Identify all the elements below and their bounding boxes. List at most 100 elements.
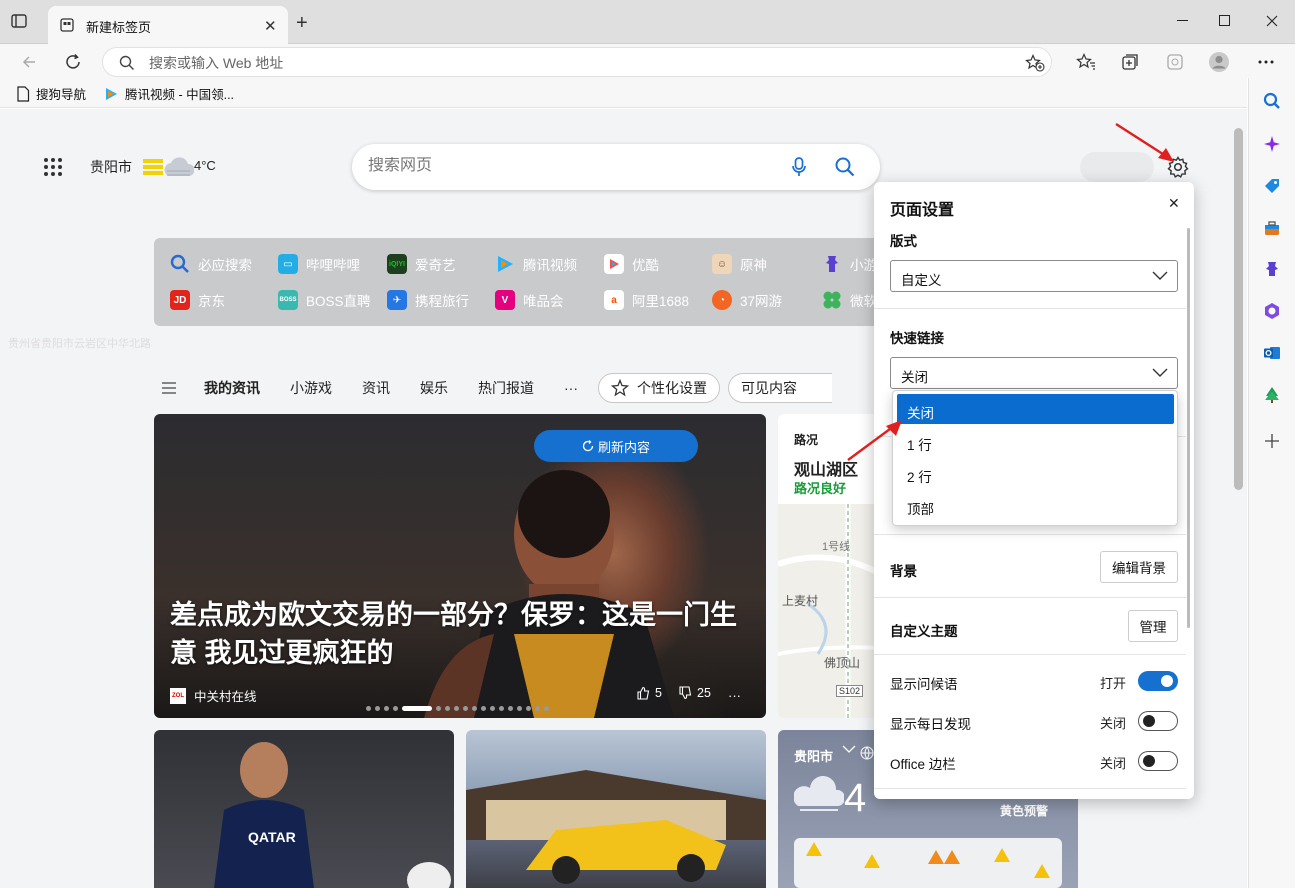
weather-alert[interactable]: 黄色预警 bbox=[1000, 802, 1048, 819]
quick-link-iqiyi[interactable]: iQIYI 爱奇艺 bbox=[387, 254, 456, 274]
quick-link-tencent-video[interactable]: 腾讯视频 bbox=[495, 254, 577, 274]
globe-icon[interactable] bbox=[860, 746, 874, 760]
minimize-button[interactable] bbox=[1168, 8, 1198, 34]
search-submit-icon[interactable] bbox=[835, 157, 855, 177]
carousel-dot[interactable] bbox=[499, 706, 504, 711]
new-tab-button[interactable]: + bbox=[296, 13, 308, 33]
toggle-daily-discovery[interactable] bbox=[1138, 711, 1178, 731]
close-panel-icon[interactable]: ✕ bbox=[1168, 195, 1180, 212]
option-1-row[interactable]: 1 行 bbox=[897, 426, 1174, 456]
add-icon[interactable] bbox=[1261, 430, 1283, 452]
search-icon[interactable] bbox=[1261, 90, 1283, 112]
microsoft365-icon[interactable] bbox=[1261, 300, 1283, 322]
quick-link-microsoft[interactable]: 微软 bbox=[822, 290, 877, 310]
manage-theme-button[interactable]: 管理 bbox=[1128, 610, 1178, 642]
refresh-content-button[interactable]: 刷新内容 bbox=[534, 430, 698, 462]
carousel-dot[interactable] bbox=[526, 706, 531, 711]
carousel-dot[interactable] bbox=[375, 706, 380, 711]
visible-content-button[interactable]: 可见内容 bbox=[728, 373, 832, 403]
address-input[interactable] bbox=[149, 55, 849, 71]
close-window-button[interactable] bbox=[1257, 8, 1287, 34]
carousel-dot-active[interactable] bbox=[402, 706, 432, 711]
apps-launcher-icon[interactable] bbox=[44, 158, 62, 176]
profile-avatar[interactable] bbox=[1208, 51, 1230, 73]
carousel-dot[interactable] bbox=[535, 706, 540, 711]
personalize-button[interactable]: 个性化设置 bbox=[598, 373, 720, 403]
maximize-button[interactable] bbox=[1210, 8, 1240, 34]
toggle-greeting[interactable] bbox=[1138, 671, 1178, 691]
toggle-office-sidebar[interactable] bbox=[1138, 751, 1178, 771]
tab-actions-icon[interactable] bbox=[10, 12, 38, 36]
web-search-box[interactable] bbox=[352, 144, 880, 190]
quick-link-1688[interactable]: a 阿里1688 bbox=[604, 290, 689, 310]
feed-tab-trending[interactable]: 热门报道 bbox=[478, 378, 534, 398]
feed-tab-news[interactable]: 资讯 bbox=[362, 378, 390, 398]
favorite-tencent-video[interactable]: 腾讯视频 - 中国领... bbox=[103, 84, 234, 103]
carousel-dot[interactable] bbox=[508, 706, 513, 711]
feed-tab-my-news[interactable]: 我的资讯 bbox=[204, 378, 260, 398]
sparkle-icon[interactable] bbox=[1261, 133, 1283, 155]
address-bar[interactable] bbox=[102, 47, 1052, 77]
favorite-sogou[interactable]: 搜狗导航 bbox=[16, 84, 86, 103]
news-card-football[interactable]: QATAR bbox=[154, 730, 454, 888]
quicklinks-select[interactable]: 关闭 bbox=[890, 357, 1178, 389]
quick-link-bing[interactable]: 必应搜索 bbox=[170, 254, 252, 274]
hero-headline[interactable]: 差点成为欧文交易的一部分？保罗：这是一门生意 我见过更疯狂的 bbox=[170, 596, 760, 672]
carousel-dot[interactable] bbox=[544, 706, 549, 711]
option-off[interactable]: 关闭 bbox=[897, 394, 1174, 424]
tab-close-icon[interactable]: ✕ bbox=[264, 17, 277, 35]
dislike-button[interactable]: 25 bbox=[678, 686, 711, 700]
quick-link-jd[interactable]: JD 京东 bbox=[170, 290, 225, 310]
quick-link-37games[interactable]: ◔ 37网游 bbox=[712, 290, 782, 310]
layout-select[interactable]: 自定义 bbox=[890, 260, 1178, 292]
news-card-car[interactable] bbox=[466, 730, 766, 888]
carousel-dot[interactable] bbox=[393, 706, 398, 711]
quick-link-youku[interactable]: 优酷 bbox=[604, 254, 659, 274]
tools-icon[interactable] bbox=[1261, 217, 1283, 239]
hero-news-card[interactable]: 刷新内容 差点成为欧文交易的一部分？保罗：这是一门生意 我见过更疯狂的 ZOL … bbox=[154, 414, 766, 718]
quick-link-boss[interactable]: BOSS BOSS直聘 bbox=[278, 290, 371, 310]
refresh-icon[interactable] bbox=[62, 51, 84, 73]
feed-tab-entertainment[interactable]: 娱乐 bbox=[420, 378, 448, 398]
back-arrow-icon[interactable] bbox=[18, 51, 40, 73]
carousel-dot[interactable] bbox=[481, 706, 486, 711]
quick-link-minigames[interactable]: 小游 bbox=[822, 254, 877, 274]
carousel-dot[interactable] bbox=[454, 706, 459, 711]
feed-tab-more[interactable]: ··· bbox=[564, 380, 578, 396]
carousel-dot[interactable] bbox=[366, 706, 371, 711]
quick-link-ctrip[interactable]: ✈ 携程旅行 bbox=[387, 290, 469, 310]
add-favorite-icon[interactable] bbox=[1025, 54, 1045, 72]
favorites-icon[interactable] bbox=[1075, 51, 1097, 73]
collections-icon[interactable] bbox=[1119, 51, 1141, 73]
option-top[interactable]: 顶部 bbox=[897, 490, 1174, 520]
carousel-dot[interactable] bbox=[463, 706, 468, 711]
panel-scrollbar[interactable] bbox=[1187, 228, 1190, 628]
page-scrollbar-thumb[interactable] bbox=[1234, 128, 1243, 490]
quick-link-bilibili[interactable]: ▭ 哔哩哔哩 bbox=[278, 254, 360, 274]
edit-background-button[interactable]: 编辑背景 bbox=[1100, 551, 1178, 583]
chevron-down-icon[interactable] bbox=[842, 744, 856, 754]
performance-icon[interactable] bbox=[1164, 51, 1186, 73]
hamburger-menu-icon[interactable] bbox=[162, 382, 176, 394]
shopping-tag-icon[interactable] bbox=[1261, 175, 1283, 197]
games-icon[interactable] bbox=[1261, 258, 1283, 280]
quick-link-vip[interactable]: V 唯品会 bbox=[495, 290, 564, 310]
carousel-dot[interactable] bbox=[472, 706, 477, 711]
carousel-dot[interactable] bbox=[445, 706, 450, 711]
like-button[interactable]: 5 bbox=[636, 686, 662, 700]
weather-location[interactable]: 贵阳市 bbox=[90, 157, 132, 177]
microphone-icon[interactable] bbox=[792, 157, 806, 177]
more-options-icon[interactable]: ··· bbox=[728, 688, 741, 703]
outlook-icon[interactable] bbox=[1261, 342, 1283, 364]
option-2-rows[interactable]: 2 行 bbox=[897, 458, 1174, 488]
carousel-dot[interactable] bbox=[517, 706, 522, 711]
tree-icon[interactable] bbox=[1261, 384, 1283, 406]
feed-tab-minigames[interactable]: 小游戏 bbox=[290, 378, 332, 398]
more-menu-icon[interactable] bbox=[1255, 51, 1277, 73]
web-search-input[interactable] bbox=[368, 157, 768, 175]
quick-link-genshin[interactable]: ☺ 原神 bbox=[712, 254, 767, 274]
carousel-dot[interactable] bbox=[490, 706, 495, 711]
carousel-dot[interactable] bbox=[436, 706, 441, 711]
carousel-dot[interactable] bbox=[384, 706, 389, 711]
active-tab[interactable]: 新建标签页 ✕ bbox=[48, 6, 288, 44]
